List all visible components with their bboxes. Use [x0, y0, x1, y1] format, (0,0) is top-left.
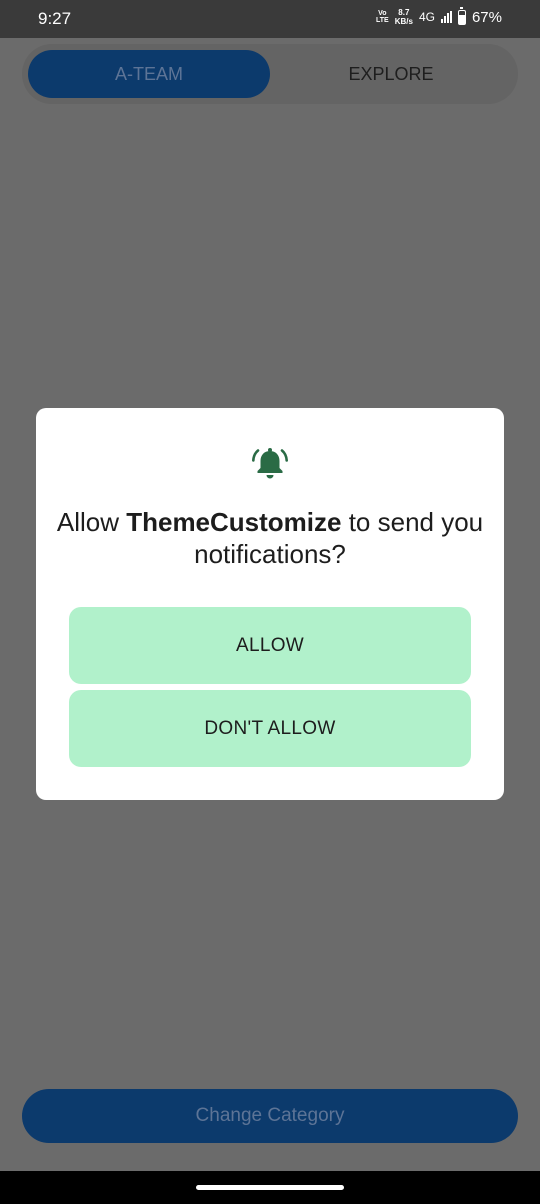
network-type: 4G [418, 10, 435, 24]
status-bar: 9:27 Vo LTE 8.7 KB/s 4G 67% [0, 0, 540, 38]
battery-percent: 67% [471, 8, 502, 26]
navigation-bar [0, 1171, 540, 1204]
tab-explore[interactable]: EXPLORE [270, 50, 512, 98]
status-time: 9:27 [38, 9, 72, 28]
dont-allow-button[interactable]: DON'T ALLOW [69, 690, 471, 767]
app-name: ThemeCustomize [126, 507, 342, 537]
battery-icon [457, 6, 466, 25]
notification-permission-dialog: Allow ThemeCustomize to send you notific… [36, 408, 504, 800]
change-category-button[interactable]: Change Category [22, 1089, 518, 1143]
home-gesture-handle[interactable] [196, 1185, 344, 1190]
volte-icon: Vo LTE [376, 10, 389, 24]
tab-a-team[interactable]: A-TEAM [28, 50, 270, 98]
allow-button[interactable]: ALLOW [69, 607, 471, 684]
tab-switcher: A-TEAM EXPLORE [22, 44, 518, 104]
status-icons: Vo LTE 8.7 KB/s 4G 67% [376, 6, 502, 26]
signal-icon [440, 11, 452, 23]
dialog-prompt: Allow ThemeCustomize to send you notific… [56, 507, 484, 569]
bell-ringing-icon [252, 448, 288, 479]
network-speed: 8.7 KB/s [394, 8, 413, 26]
